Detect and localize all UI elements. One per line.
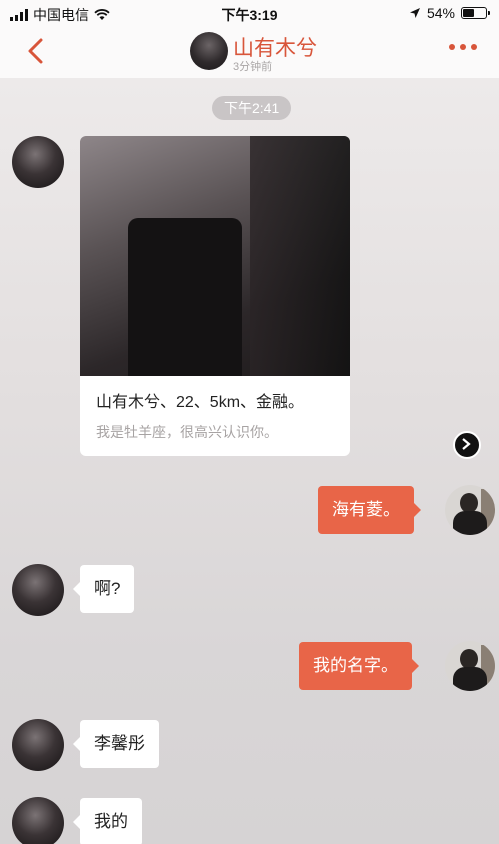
profile-card[interactable]: 山有木兮、22、5km、金融。 我是牡羊座，很高兴认识你。 <box>80 136 350 456</box>
message-bubble[interactable]: 啊? <box>72 565 135 613</box>
message-bubble[interactable]: 我的 <box>73 798 142 844</box>
message-bubble[interactable]: 李馨彤 <box>73 720 159 768</box>
battery-icon <box>461 7 490 19</box>
avatar[interactable] <box>445 641 495 691</box>
message-bubble[interactable]: 海有菱。 <box>318 486 421 534</box>
contact-avatar[interactable] <box>190 32 228 70</box>
avatar[interactable] <box>12 797 64 844</box>
avatar[interactable] <box>12 719 64 771</box>
avatar[interactable] <box>12 136 64 188</box>
location-arrow-icon <box>409 8 420 18</box>
battery-percent: 54% <box>426 5 455 21</box>
chat-area[interactable]: 下午2:41 山有木兮、22、5km、金融。 我是牡羊座，很高兴认识你。 海有菱… <box>0 78 499 844</box>
profile-intro: 我是牡羊座，很高兴认识你。 <box>96 424 278 440</box>
chevron-left-icon[interactable] <box>22 36 52 66</box>
message-bubble[interactable]: 我的名字。 <box>299 642 419 690</box>
profile-summary: 山有木兮、22、5km、金融。 <box>96 394 305 411</box>
more-dots-icon[interactable] <box>449 44 477 50</box>
avatar[interactable] <box>12 564 64 616</box>
timestamp-pill: 下午2:41 <box>212 96 292 120</box>
chevron-right-icon[interactable] <box>453 431 481 459</box>
chat-header: 山有木兮 3分钟前 <box>0 26 499 78</box>
last-seen: 3分钟前 <box>233 61 273 73</box>
status-bar: 中国电信 下午3:19 54% <box>0 0 499 26</box>
avatar[interactable] <box>445 485 495 535</box>
